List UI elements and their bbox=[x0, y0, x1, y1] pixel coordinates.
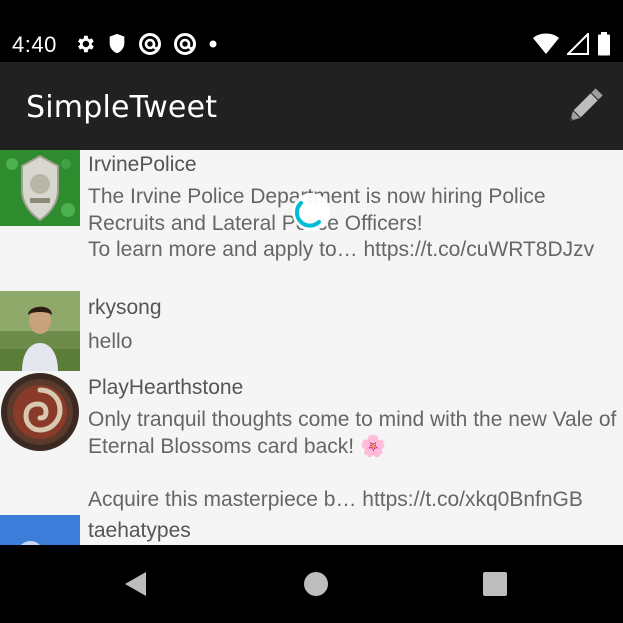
recents-square-icon bbox=[483, 572, 507, 596]
avatar[interactable] bbox=[0, 515, 80, 545]
status-bar: 4:40 bbox=[0, 0, 623, 62]
status-icons-right bbox=[533, 32, 611, 56]
at-sign-icon bbox=[174, 33, 196, 55]
tweet-body: Only tranquil thoughts come to mind with… bbox=[88, 408, 617, 511]
at-sign-icon bbox=[139, 33, 161, 55]
status-icons-left bbox=[74, 32, 218, 56]
tweet-body: The Irvine Police Department is now hiri… bbox=[88, 185, 595, 261]
app-title: SimpleTweet bbox=[26, 90, 218, 125]
tweet-item[interactable]: PlayHearthstone Only tranquil thoughts c… bbox=[0, 372, 623, 514]
navigation-bar bbox=[0, 545, 623, 623]
tweet-item[interactable]: taehatypes bbox=[0, 515, 623, 545]
home-circle-icon bbox=[304, 572, 328, 596]
compose-button[interactable] bbox=[561, 82, 609, 130]
app-bar: SimpleTweet bbox=[0, 62, 623, 150]
dot-icon bbox=[209, 40, 217, 48]
home-button[interactable] bbox=[299, 567, 333, 601]
tweet-username: PlayHearthstone bbox=[88, 376, 244, 399]
tweet-username: taehatypes bbox=[88, 519, 191, 542]
pencil-icon bbox=[570, 88, 603, 121]
tweet-body: hello bbox=[88, 330, 133, 353]
battery-icon bbox=[598, 32, 610, 56]
tweet-username: IrvinePolice bbox=[88, 153, 197, 176]
signal-icon bbox=[567, 33, 589, 55]
shield-icon bbox=[109, 33, 125, 54]
back-triangle-icon bbox=[125, 572, 146, 596]
tweet-item[interactable]: rkysong hello bbox=[0, 291, 623, 371]
tweet-timeline[interactable]: IrvinePolice The Irvine Police Departmen… bbox=[0, 150, 623, 545]
avatar[interactable] bbox=[0, 291, 80, 371]
gear-icon bbox=[78, 35, 94, 53]
tweet-username: rkysong bbox=[88, 296, 162, 319]
avatar[interactable] bbox=[0, 372, 80, 452]
avatar[interactable] bbox=[0, 150, 80, 226]
wifi-icon bbox=[533, 33, 559, 54]
back-button[interactable] bbox=[118, 567, 152, 601]
status-time: 4:40 bbox=[12, 32, 57, 57]
recents-button[interactable] bbox=[478, 567, 512, 601]
loading-spinner bbox=[292, 193, 330, 231]
